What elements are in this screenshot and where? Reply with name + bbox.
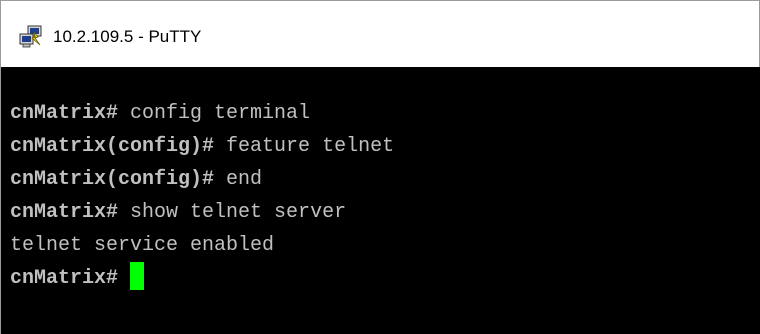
terminal-active-line[interactable]: cnMatrix#: [10, 262, 760, 295]
terminal-line: cnMatrix# show telnet server: [10, 196, 760, 229]
terminal-prompt: cnMatrix#: [10, 102, 119, 125]
terminal-line: cnMatrix# config terminal: [10, 97, 760, 130]
terminal-prompt: cnMatrix#: [10, 267, 119, 290]
terminal-prompt: cnMatrix(config)#: [10, 168, 215, 191]
title-bar[interactable]: 10.2.109.5 - PuTTY: [1, 1, 759, 67]
terminal-command: config terminal: [118, 102, 311, 125]
terminal-cursor: [130, 262, 145, 290]
terminal-output: telnet service enabled: [10, 234, 275, 257]
terminal-line: cnMatrix(config)# end: [10, 163, 760, 196]
terminal-command: show telnet server: [118, 201, 347, 224]
terminal-line: cnMatrix(config)# feature telnet: [10, 130, 760, 163]
terminal-command: end: [214, 168, 263, 191]
terminal-prompt: cnMatrix#: [10, 201, 119, 224]
terminal-prompt: cnMatrix(config)#: [10, 135, 215, 158]
window-title: 10.2.109.5 - PuTTY: [53, 27, 202, 46]
terminal-screen[interactable]: cnMatrix# config terminal cnMatrix(confi…: [1, 67, 760, 334]
terminal-output-line: telnet service enabled: [10, 229, 760, 262]
terminal-command: feature telnet: [214, 135, 395, 158]
putty-window: 10.2.109.5 - PuTTY cnMatrix# config term…: [0, 0, 760, 334]
putty-icon[interactable]: [19, 25, 43, 49]
